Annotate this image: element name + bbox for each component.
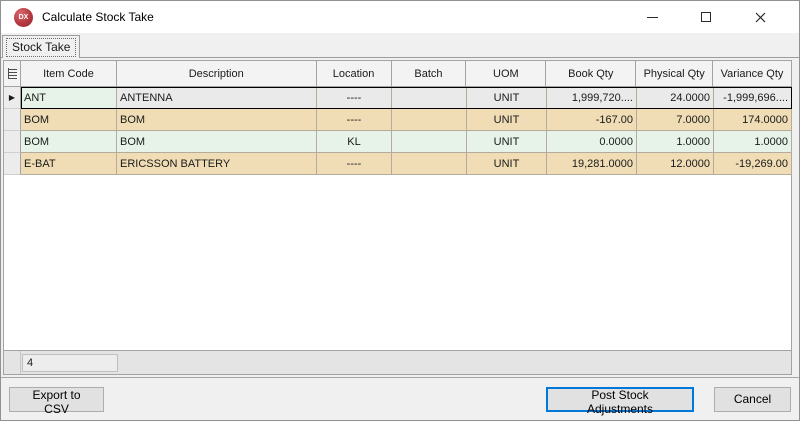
minimize-icon [647, 17, 658, 18]
maximize-icon [701, 12, 711, 22]
grid-cell-physical-qty[interactable]: 24.0000 [637, 87, 714, 109]
calculate-stock-take-dialog: DX Calculate Stock Take Stock Take Item … [0, 0, 800, 421]
grid-indicator-header[interactable] [4, 61, 21, 86]
close-button[interactable] [745, 1, 775, 33]
grid-cell-location[interactable]: ---- [317, 153, 392, 175]
post-stock-adjustments-button[interactable]: Post Stock Adjustments [546, 387, 694, 412]
column-header-uom[interactable]: UOM [466, 61, 546, 86]
grid-cell-physical-qty[interactable]: 1.0000 [637, 131, 714, 153]
grid-header-row: Item CodeDescriptionLocationBatchUOMBook… [4, 61, 791, 87]
grid-rows: ▶ANTANTENNA----UNIT1,999,720....24.0000-… [4, 87, 791, 175]
row-indicator[interactable] [4, 153, 21, 175]
grid-cell-batch[interactable] [392, 131, 467, 153]
grid-cell-book-qty[interactable]: 19,281.0000 [547, 153, 637, 175]
table-row: BOMBOM----UNIT-167.007.0000174.0000 [4, 109, 791, 131]
grid-cell-location[interactable]: ---- [317, 109, 392, 131]
column-header-item-code[interactable]: Item Code [21, 61, 117, 86]
column-header-description[interactable]: Description [117, 61, 317, 86]
row-cells: E-BATERICSSON BATTERY---- UNIT19,281.0000… [21, 153, 792, 175]
grid-cell-item-code[interactable]: E-BAT [21, 153, 117, 175]
grid-cell-location[interactable]: ---- [317, 87, 392, 109]
dialog-button-bar: Export to CSV Post Stock Adjustments Can… [1, 377, 799, 420]
column-header-location[interactable]: Location [317, 61, 392, 86]
grid-cell-variance-qty[interactable]: 1.0000 [714, 131, 792, 153]
window-title: Calculate Stock Take [42, 10, 154, 24]
title-bar: DX Calculate Stock Take [1, 1, 799, 33]
grid-cell-batch[interactable] [392, 87, 467, 109]
grid-cell-batch[interactable] [392, 109, 467, 131]
stock-take-tab-page: Item CodeDescriptionLocationBatchUOMBook… [1, 58, 799, 377]
tab-strip: Stock Take [1, 33, 799, 58]
tab-stock-take-label: Stock Take [6, 38, 76, 57]
grid-footer-indicator [4, 351, 21, 374]
grid-cell-uom[interactable]: UNIT [467, 153, 547, 175]
grid-cell-item-code[interactable]: ANT [21, 87, 117, 109]
grid-cell-physical-qty[interactable]: 12.0000 [637, 153, 714, 175]
row-cells: BOMBOM----UNIT-167.007.0000174.0000 [21, 109, 792, 131]
row-indicator[interactable] [4, 109, 21, 131]
window-controls [637, 1, 799, 33]
table-row: E-BATERICSSON BATTERY---- UNIT19,281.0000… [4, 153, 791, 175]
grid-cell-item-code[interactable]: BOM [21, 109, 117, 131]
grid-cell-variance-qty[interactable]: 174.0000 [714, 109, 792, 131]
grid-cell-uom[interactable]: UNIT [467, 87, 547, 109]
grid-cell-uom[interactable]: UNIT [467, 131, 547, 153]
close-icon [755, 12, 766, 23]
table-row: ▶ANTANTENNA---- UNIT1,999,720....24.0000-… [4, 87, 791, 109]
grid-footer: 4 [4, 350, 791, 374]
grid-cell-variance-qty[interactable]: -1,999,696.... [714, 87, 792, 109]
row-indicator[interactable] [4, 131, 21, 153]
cancel-button[interactable]: Cancel [714, 387, 791, 412]
grid-cell-book-qty[interactable]: -167.00 [547, 109, 637, 131]
grid-cell-description[interactable]: ERICSSON BATTERY [117, 153, 317, 175]
column-header-physical-qty[interactable]: Physical Qty [636, 61, 713, 86]
row-cells: ANTANTENNA---- UNIT1,999,720....24.0000-1… [21, 87, 792, 109]
grid-empty-area [4, 175, 791, 350]
export-to-csv-button[interactable]: Export to CSV [9, 387, 104, 412]
grid-cell-variance-qty[interactable]: -19,269.00 [714, 153, 792, 175]
grid-cell-description[interactable]: ANTENNA [117, 87, 317, 109]
grid-cell-item-code[interactable]: BOM [21, 131, 117, 153]
grid-cell-batch[interactable] [392, 153, 467, 175]
focused-row-indicator[interactable]: ▶ [4, 87, 21, 109]
grid-cell-book-qty[interactable]: 0.0000 [547, 131, 637, 153]
column-header-batch[interactable]: Batch [392, 61, 467, 86]
grid-cell-book-qty[interactable]: 1,999,720.... [547, 87, 637, 109]
app-icon: DX [14, 8, 33, 27]
grid-customize-icon [8, 68, 17, 79]
grid-cell-uom[interactable]: UNIT [467, 109, 547, 131]
minimize-button[interactable] [637, 1, 667, 33]
grid-cell-location[interactable]: KL [317, 131, 392, 153]
column-header-variance-qty[interactable]: Variance Qty [713, 61, 791, 86]
maximize-button[interactable] [691, 1, 721, 33]
row-cells: BOMBOMKLUNIT0.00001.00001.0000 [21, 131, 792, 153]
record-count-cell: 4 [22, 354, 118, 372]
stock-take-grid: Item CodeDescriptionLocationBatchUOMBook… [3, 60, 792, 375]
column-header-book-qty[interactable]: Book Qty [546, 61, 636, 86]
grid-cell-physical-qty[interactable]: 7.0000 [637, 109, 714, 131]
tab-stock-take[interactable]: Stock Take [2, 35, 80, 58]
grid-cell-description[interactable]: BOM [117, 131, 317, 153]
grid-cell-description[interactable]: BOM [117, 109, 317, 131]
table-row: BOMBOMKLUNIT0.00001.00001.0000 [4, 131, 791, 153]
